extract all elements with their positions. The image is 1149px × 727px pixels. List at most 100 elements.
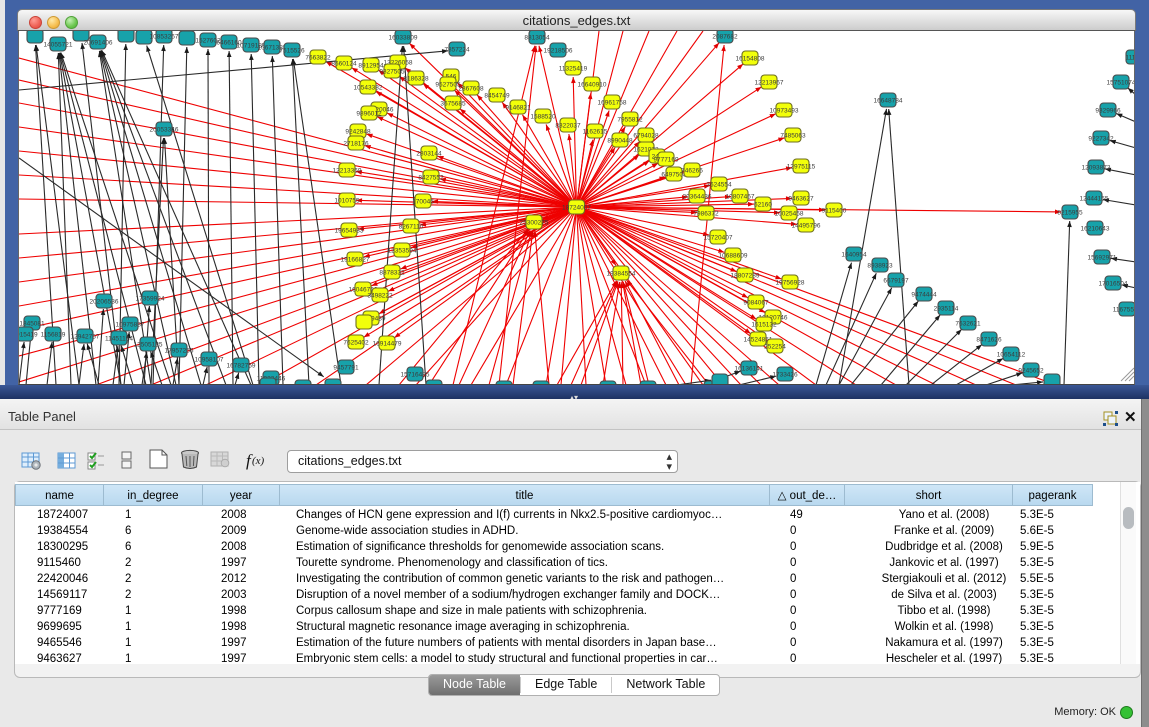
svg-text:16961758: 16961758 — [598, 100, 627, 107]
svg-text:9329966: 9329966 — [1095, 108, 1121, 115]
svg-text:16210643: 16210643 — [1081, 226, 1110, 233]
svg-text:10654112: 10654112 — [997, 352, 1026, 359]
svg-text:16914479: 16914479 — [373, 341, 402, 348]
svg-text:8454749: 8454749 — [484, 93, 510, 100]
svg-text:2718176: 2718176 — [343, 141, 369, 148]
svg-text:8878332: 8878332 — [379, 270, 405, 277]
svg-text:62160: 62160 — [754, 202, 772, 209]
svg-text:16648784: 16648784 — [874, 98, 903, 105]
svg-text:2803144: 2803144 — [416, 151, 442, 158]
svg-text:19218506: 19218506 — [544, 48, 573, 55]
svg-text:10025458: 10025458 — [775, 211, 804, 218]
svg-text:7857224: 7857224 — [444, 47, 470, 54]
svg-text:20364436: 20364436 — [683, 194, 712, 201]
svg-text:12093873: 12093873 — [1082, 165, 1111, 172]
svg-text:2867608: 2867608 — [458, 86, 484, 93]
svg-text:12213967: 12213967 — [755, 80, 784, 87]
svg-text:9457791: 9457791 — [333, 365, 359, 372]
svg-text:8186328: 8186328 — [403, 76, 429, 83]
svg-text:11325419: 11325419 — [559, 66, 588, 73]
svg-text:10975887: 10975887 — [116, 322, 145, 329]
svg-text:7955812: 7955812 — [617, 117, 643, 124]
svg-text:12353594: 12353594 — [388, 248, 417, 255]
svg-text:15716485: 15716485 — [401, 372, 430, 379]
svg-text:1156819: 1156819 — [41, 332, 66, 339]
svg-text:9245652: 9245652 — [1018, 368, 1044, 375]
svg-text:6679197: 6679197 — [883, 278, 909, 285]
svg-text:17359924: 17359924 — [136, 296, 165, 303]
svg-text:1640954: 1640954 — [841, 252, 867, 259]
svg-text:11675533: 11675533 — [1113, 307, 1135, 314]
svg-text:15751074: 15751074 — [1107, 80, 1135, 87]
svg-text:18807289: 18807289 — [731, 273, 760, 280]
svg-text:8215955: 8215955 — [1057, 210, 1083, 217]
svg-text:12505135: 12505135 — [134, 342, 163, 349]
svg-text:8267110: 8267110 — [399, 224, 424, 231]
svg-text:3675685: 3675685 — [440, 101, 466, 108]
svg-text:17957255: 17957255 — [165, 348, 194, 355]
svg-text:25300275: 25300275 — [520, 220, 549, 227]
svg-text:16136141: 16136141 — [735, 366, 764, 373]
svg-text:1588520: 1588520 — [530, 114, 556, 121]
svg-text:9777169: 9777169 — [653, 157, 679, 164]
svg-text:1733426: 1733426 — [772, 372, 798, 379]
svg-text:9896012: 9896012 — [356, 111, 382, 118]
svg-text:9227342: 9227342 — [1088, 136, 1114, 143]
svg-text:10543382: 10543382 — [354, 85, 383, 92]
svg-text:10958107: 10958107 — [195, 357, 224, 364]
svg-text:19166827: 19166827 — [341, 257, 370, 264]
svg-text:8471626: 8471626 — [976, 337, 1002, 344]
svg-text:7986372: 7986372 — [693, 211, 719, 218]
svg-text:1010755: 1010755 — [334, 198, 360, 205]
svg-text:9474444: 9474444 — [911, 292, 937, 299]
svg-text:10973493: 10973493 — [770, 108, 799, 115]
svg-text:2087682: 2087682 — [712, 34, 738, 41]
svg-text:9115460: 9115460 — [822, 208, 847, 215]
svg-text:7632621: 7632621 — [955, 321, 981, 328]
svg-text:3624554: 3624554 — [706, 182, 732, 189]
svg-text:16640910: 16640910 — [578, 82, 607, 89]
svg-text:9242848: 9242848 — [345, 129, 371, 136]
svg-text:19384554: 19384554 — [607, 271, 636, 278]
svg-text:9463627: 9463627 — [788, 196, 814, 203]
svg-text:16154808: 16154808 — [736, 56, 765, 63]
svg-text:7485063: 7485063 — [780, 133, 806, 140]
svg-text:10688609: 10688609 — [719, 253, 748, 260]
svg-text:19756928: 19756928 — [776, 280, 805, 287]
svg-text:8813054: 8813054 — [524, 35, 550, 42]
svg-text:20053346: 20053346 — [150, 127, 179, 134]
svg-text:9527505: 9527505 — [435, 82, 461, 89]
svg-text:10853267: 10853267 — [150, 34, 179, 41]
svg-text:8660124: 8660124 — [331, 61, 357, 68]
svg-text:252254: 252254 — [764, 344, 786, 351]
svg-text:11451194: 11451194 — [105, 336, 133, 343]
svg-text:8990448: 8990448 — [607, 138, 633, 145]
svg-text:3915419: 3915419 — [19, 332, 38, 339]
svg-text:746266: 746266 — [681, 168, 703, 175]
svg-text:9146821: 9146821 — [505, 105, 531, 112]
svg-text:14055721: 14055721 — [44, 42, 73, 49]
svg-text:12444155: 12444155 — [1080, 196, 1109, 203]
svg-text:7663822: 7663822 — [305, 55, 331, 62]
svg-text:1162615: 1162615 — [583, 129, 608, 136]
svg-text:20691406: 20691406 — [84, 40, 113, 47]
svg-text:12975115: 12975115 — [787, 164, 816, 171]
svg-text:20206536: 20206536 — [90, 299, 119, 306]
svg-text:12213369: 12213369 — [333, 168, 362, 175]
svg-text:1615132: 1615132 — [751, 322, 777, 329]
svg-text:15692971: 15692971 — [1088, 255, 1117, 262]
svg-text:14495796: 14495796 — [792, 223, 821, 230]
svg-text:9327505: 9327505 — [379, 69, 405, 76]
svg-text:15720407: 15720407 — [704, 235, 733, 242]
svg-text:7625402: 7625402 — [343, 340, 369, 347]
svg-text:9084067: 9084067 — [743, 300, 769, 307]
svg-text:2935114: 2935114 — [934, 306, 959, 313]
svg-text:16033809: 16033809 — [389, 35, 418, 42]
svg-text:10807467: 10807467 — [726, 194, 755, 201]
svg-text:18724007: 18724007 — [562, 205, 591, 212]
svg-text:16782759: 16782759 — [227, 363, 256, 370]
svg-text:3498222: 3498222 — [367, 293, 393, 300]
svg-text:170046: 170046 — [412, 199, 434, 206]
svg-text:7515526: 7515526 — [279, 48, 305, 55]
svg-text:8938923: 8938923 — [867, 263, 893, 270]
